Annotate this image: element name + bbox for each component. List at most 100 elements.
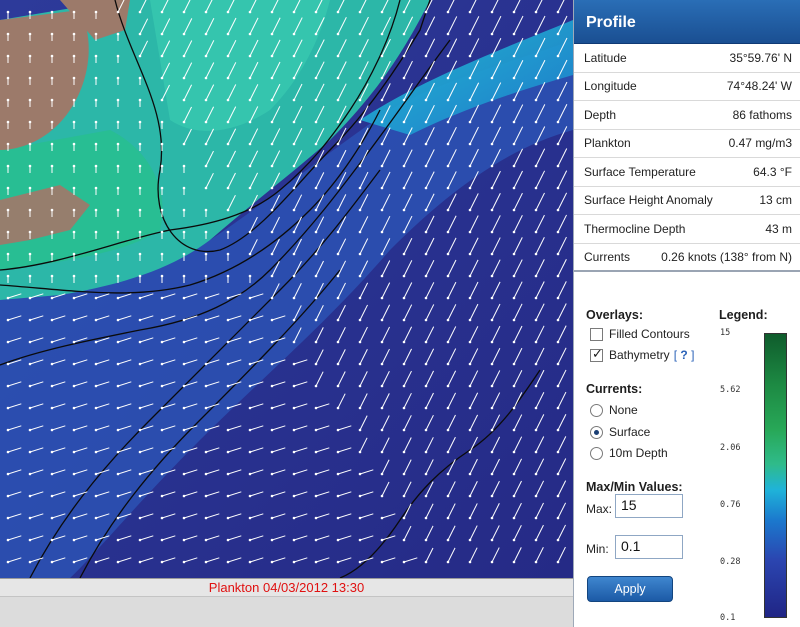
current-vector-origin — [468, 32, 472, 36]
current-vector-origin — [6, 428, 10, 432]
current-vector-origin — [270, 252, 274, 256]
current-vector-origin — [160, 54, 164, 58]
current-vector-origin — [6, 362, 10, 366]
filled-contours-checkbox[interactable] — [590, 327, 603, 341]
current-vector-origin — [226, 450, 230, 454]
current-vector-origin — [182, 516, 186, 520]
current-vector-origin — [468, 296, 472, 300]
current-vector-origin — [446, 10, 450, 14]
current-vector-origin — [336, 76, 340, 80]
current-vector-origin — [6, 10, 10, 14]
current-vector-origin — [50, 98, 54, 102]
current-vector-origin — [292, 208, 296, 212]
current-vector-origin — [94, 450, 98, 454]
current-vector-origin — [50, 32, 54, 36]
min-input[interactable]: 0.1 — [615, 535, 683, 559]
currents-10m-radio[interactable] — [590, 446, 603, 460]
current-vector-origin — [248, 362, 252, 366]
current-vector-origin — [6, 98, 10, 102]
current-vector-origin — [358, 54, 362, 58]
current-vector-origin — [204, 384, 208, 388]
current-vector-origin — [182, 472, 186, 476]
current-vector-origin — [28, 406, 32, 410]
current-vector-origin — [314, 384, 318, 388]
current-vector-origin — [248, 208, 252, 212]
current-vector-origin — [556, 76, 560, 80]
current-vector-origin — [50, 186, 54, 190]
current-vector-origin — [72, 494, 76, 498]
current-vector-origin — [138, 186, 142, 190]
filled-contours-option[interactable]: Filled Contours — [590, 327, 690, 341]
current-vector-origin — [468, 318, 472, 322]
current-vector-origin — [402, 274, 406, 278]
current-vector-origin — [512, 362, 516, 366]
current-vector-origin — [248, 54, 252, 58]
overlays-title: Overlays: — [586, 308, 643, 322]
current-vector-origin — [534, 384, 538, 388]
current-vector-origin — [248, 230, 252, 234]
currents-surface-radio[interactable] — [590, 425, 603, 439]
current-vector-origin — [534, 340, 538, 344]
currents-none-radio[interactable] — [590, 403, 603, 417]
help-question-icon[interactable]: ? — [680, 348, 687, 362]
current-vector-origin — [424, 10, 428, 14]
current-vector-origin — [380, 164, 384, 168]
current-vector-origin — [204, 76, 208, 80]
current-vector-origin — [292, 98, 296, 102]
current-vector-origin — [204, 230, 208, 234]
current-vector-origin — [28, 428, 32, 432]
current-vector-origin — [402, 560, 406, 564]
current-vector-origin — [94, 406, 98, 410]
current-vector-origin — [446, 32, 450, 36]
current-vector-origin — [182, 560, 186, 564]
current-vector-origin — [468, 560, 472, 564]
current-vector-origin — [226, 384, 230, 388]
max-input[interactable]: 15 — [615, 494, 683, 518]
currents-option-surface[interactable]: Surface — [590, 425, 650, 439]
current-vector-origin — [248, 318, 252, 322]
current-vector-origin — [292, 54, 296, 58]
bathymetry-checkbox[interactable] — [590, 347, 603, 362]
current-vector-origin — [512, 142, 516, 146]
current-vector-origin — [138, 560, 142, 564]
current-vector-origin — [402, 406, 406, 410]
profile-label: Surface Temperature — [584, 164, 696, 179]
current-vector-origin — [138, 98, 142, 102]
current-vector-origin — [534, 32, 538, 36]
current-vector-origin — [468, 494, 472, 498]
current-vector-origin — [402, 76, 406, 80]
current-vector-origin — [402, 296, 406, 300]
current-vector-origin — [468, 164, 472, 168]
current-vector-origin — [556, 340, 560, 344]
plankton-map[interactable] — [0, 0, 573, 578]
current-vector-origin — [72, 142, 76, 146]
current-vector-origin — [358, 362, 362, 366]
current-vector-origin — [182, 142, 186, 146]
bathymetry-help-link[interactable]: [ ? ] — [674, 348, 695, 362]
currents-option-none[interactable]: None — [590, 403, 638, 417]
current-vector-origin — [534, 538, 538, 542]
current-vector-origin — [358, 10, 362, 14]
current-vector-origin — [6, 296, 10, 300]
current-vector-origin — [138, 274, 142, 278]
current-vector-origin — [28, 230, 32, 234]
current-vector-origin — [512, 516, 516, 520]
current-vector-origin — [94, 120, 98, 124]
currents-title: Currents: — [586, 382, 643, 396]
current-vector-origin — [556, 538, 560, 542]
currents-option-10m[interactable]: 10m Depth — [590, 446, 668, 460]
current-vector-origin — [380, 142, 384, 146]
current-vector-origin — [402, 252, 406, 256]
profile-value: 64.3 °F — [753, 164, 792, 179]
bathymetry-option[interactable]: Bathymetry [ ? ] — [590, 347, 695, 362]
current-vector-origin — [534, 274, 538, 278]
current-vector-origin — [336, 406, 340, 410]
current-vector-origin — [314, 296, 318, 300]
current-vector-origin — [270, 340, 274, 344]
current-vector-origin — [28, 472, 32, 476]
current-vector-origin — [226, 10, 230, 14]
map-canvas[interactable] — [0, 0, 573, 578]
current-vector-origin — [160, 274, 164, 278]
apply-button[interactable]: Apply — [587, 576, 673, 602]
profile-value: 43 m — [765, 221, 792, 236]
